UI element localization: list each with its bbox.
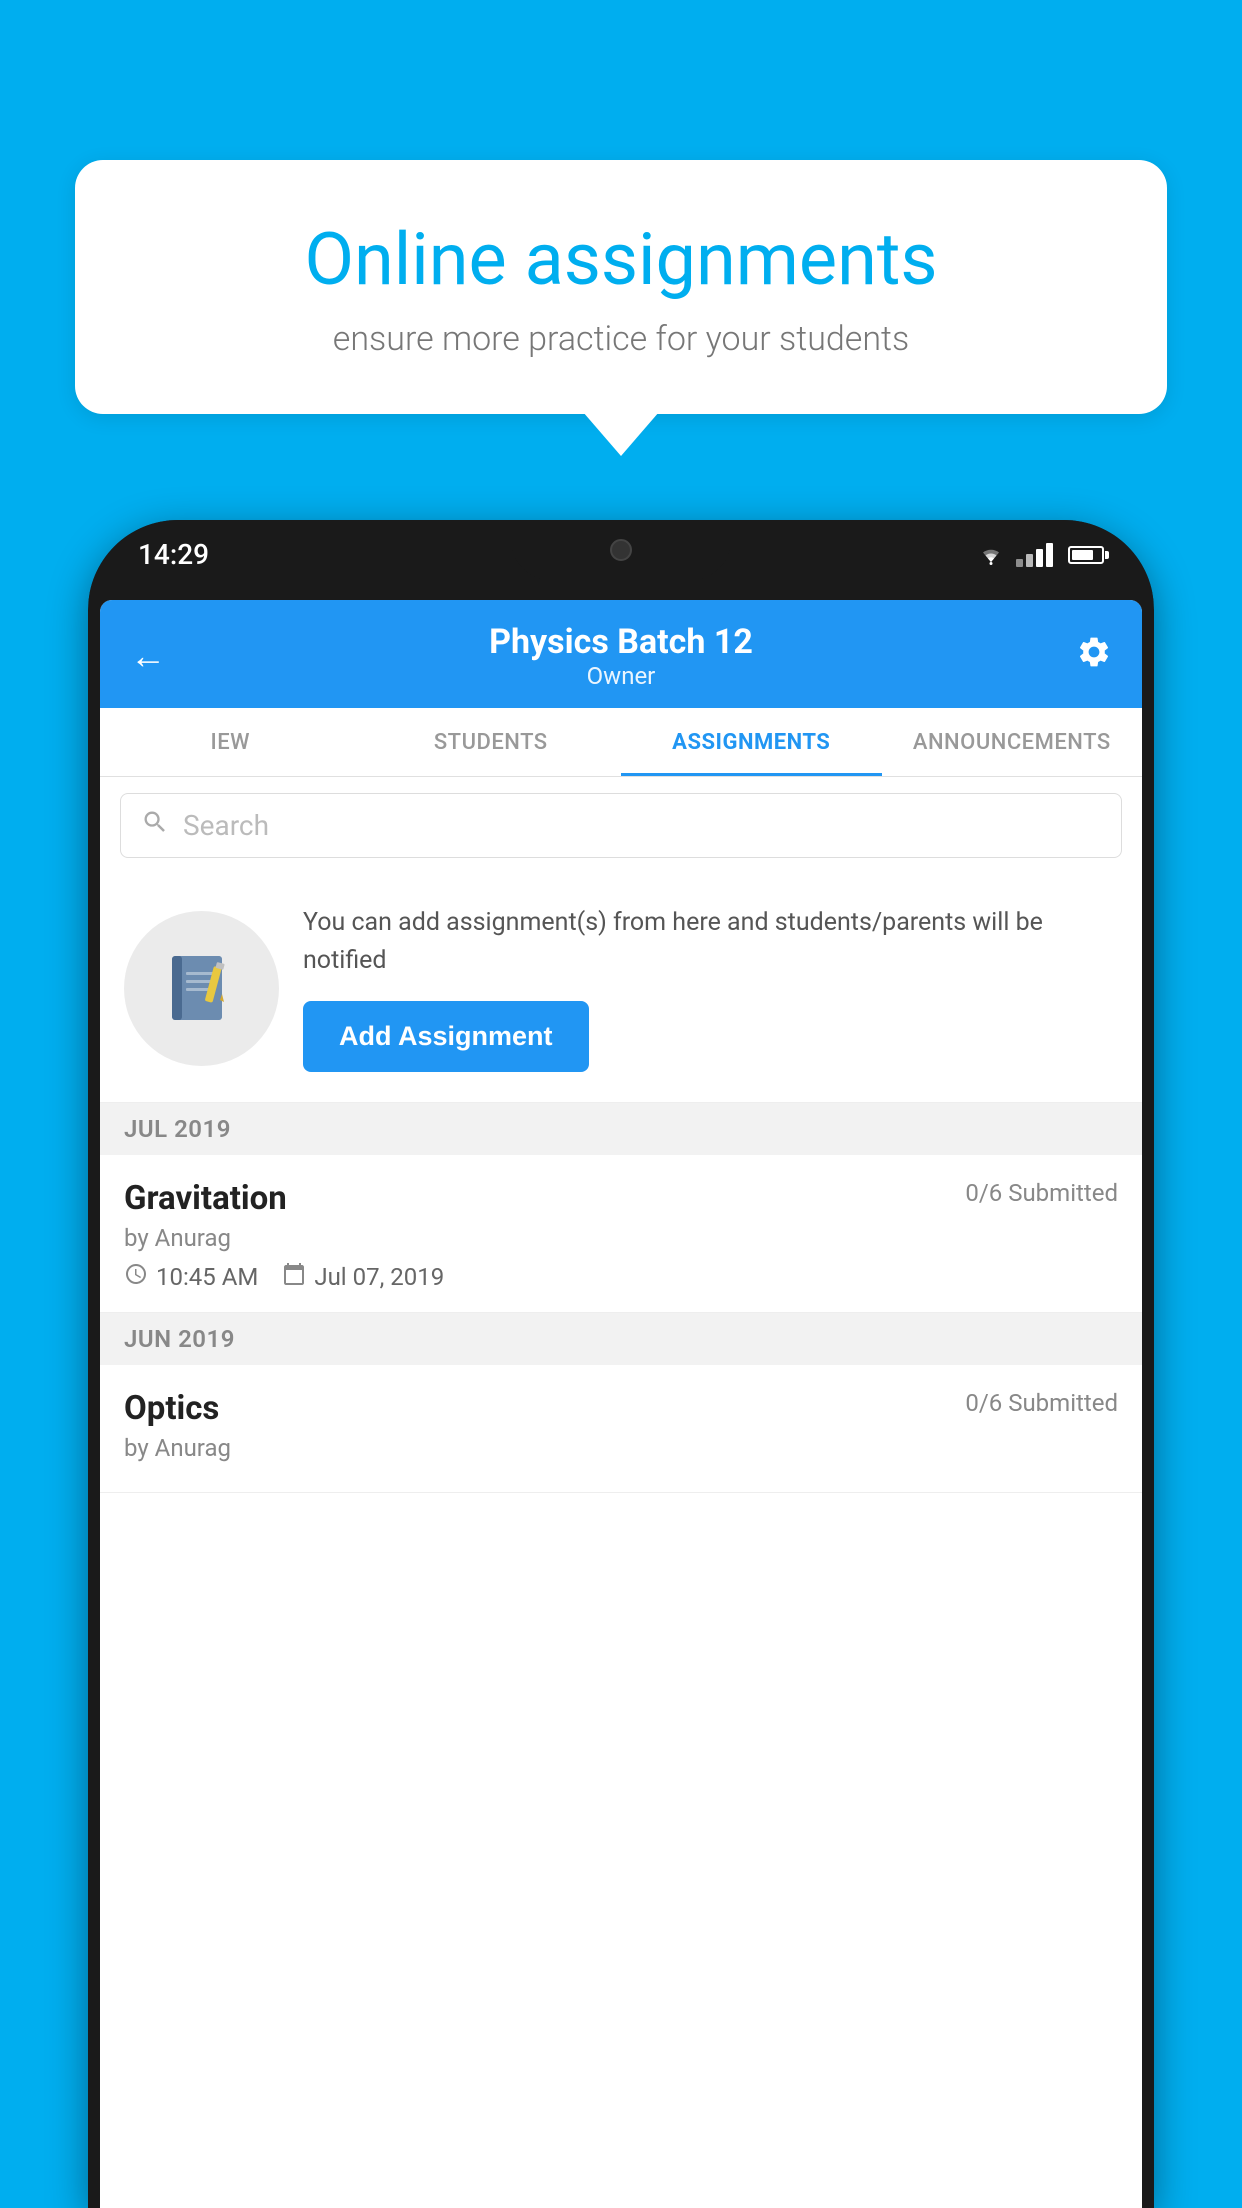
assignment-item[interactable]: Gravitation 0/6 Submitted by Anurag 10:4…: [100, 1155, 1142, 1313]
search-placeholder-text: Search: [183, 809, 269, 842]
header-title-area: Physics Batch 12 Owner: [489, 622, 753, 690]
assignment-icon-circle: [124, 911, 279, 1066]
gear-icon: [1076, 634, 1112, 670]
speech-bubble: Online assignments ensure more practice …: [75, 160, 1167, 414]
status-icons: [976, 543, 1104, 567]
calendar-icon: [282, 1262, 306, 1292]
month-separator-jun: JUN 2019: [100, 1313, 1142, 1365]
assignment-row1: Gravitation 0/6 Submitted: [124, 1179, 1118, 1218]
app-header: ← Physics Batch 12 Owner: [100, 600, 1142, 708]
assignment-submitted-optics: 0/6 Submitted: [965, 1389, 1118, 1417]
assignment-name: Gravitation: [124, 1179, 287, 1218]
status-time: 14:29: [138, 538, 209, 571]
assignment-meta: 10:45 AM Jul 07, 2019: [124, 1262, 1118, 1292]
tab-students[interactable]: STUDENTS: [361, 708, 622, 776]
assignment-row1-optics: Optics 0/6 Submitted: [124, 1389, 1118, 1428]
wifi-icon: [976, 544, 1006, 566]
assignment-date: Jul 07, 2019: [282, 1262, 444, 1292]
assignment-time: 10:45 AM: [124, 1262, 258, 1292]
header-title: Physics Batch 12: [489, 622, 753, 662]
assignment-date-value: Jul 07, 2019: [314, 1263, 444, 1291]
tab-assignments[interactable]: ASSIGNMENTS: [621, 708, 882, 776]
speech-bubble-container: Online assignments ensure more practice …: [75, 160, 1167, 414]
assignment-time-value: 10:45 AM: [156, 1263, 258, 1291]
info-card: You can add assignment(s) from here and …: [100, 874, 1142, 1103]
month-separator-jul: JUL 2019: [100, 1103, 1142, 1155]
status-bar: 14:29: [88, 538, 1154, 571]
clock-icon: [124, 1262, 148, 1292]
phone-frame: 14:29: [88, 520, 1154, 2208]
notebook-icon: [162, 948, 242, 1028]
speech-bubble-subtitle: ensure more practice for your students: [155, 319, 1087, 359]
search-container: Search: [100, 777, 1142, 874]
header-subtitle: Owner: [489, 662, 753, 690]
assignment-by: by Anurag: [124, 1224, 1118, 1252]
phone-screen: ← Physics Batch 12 Owner IEW STUDENTS AS…: [100, 600, 1142, 2208]
back-button[interactable]: ←: [130, 635, 166, 677]
add-assignment-button[interactable]: Add Assignment: [303, 1001, 589, 1072]
assignment-name-optics: Optics: [124, 1389, 219, 1428]
speech-bubble-title: Online assignments: [155, 220, 1087, 299]
settings-button[interactable]: [1076, 634, 1112, 679]
assignment-item-optics[interactable]: Optics 0/6 Submitted by Anurag: [100, 1365, 1142, 1493]
signal-bars-icon: [1016, 543, 1053, 567]
tab-announcements[interactable]: ANNOUNCEMENTS: [882, 708, 1143, 776]
battery-icon: [1068, 546, 1104, 564]
search-bar[interactable]: Search: [120, 793, 1122, 858]
info-text-area: You can add assignment(s) from here and …: [303, 904, 1118, 1072]
assignment-submitted: 0/6 Submitted: [965, 1179, 1118, 1207]
search-icon: [141, 808, 169, 843]
tab-overview[interactable]: IEW: [100, 708, 361, 776]
phone-notch-area: 14:29: [88, 520, 1154, 600]
assignment-by-optics: by Anurag: [124, 1434, 1118, 1462]
tabs-bar: IEW STUDENTS ASSIGNMENTS ANNOUNCEMENTS: [100, 708, 1142, 777]
info-description: You can add assignment(s) from here and …: [303, 904, 1118, 979]
